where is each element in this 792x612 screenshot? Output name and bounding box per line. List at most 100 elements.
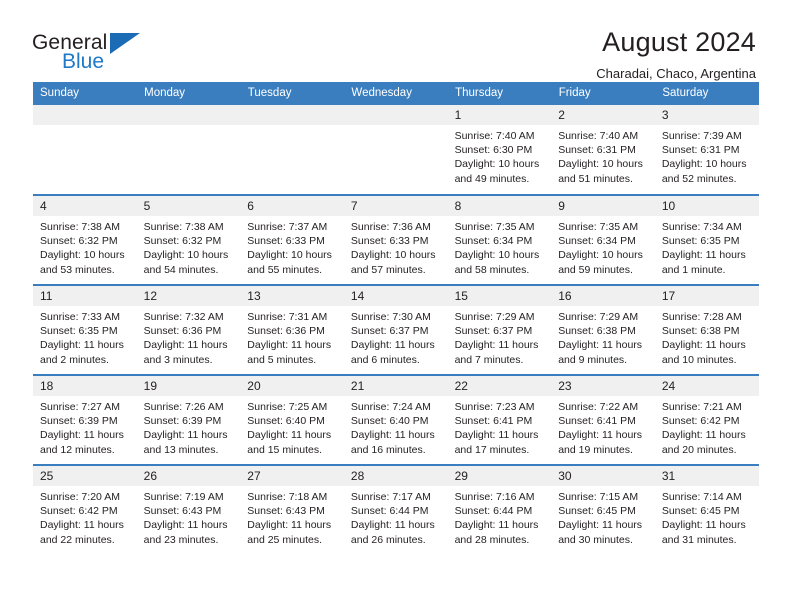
day-cell[interactable]: 5 Sunrise: 7:38 AM Sunset: 6:32 PM Daylight…	[136, 194, 241, 285]
day-cell[interactable]: 23 Sunrise: 7:22 AM Sunset: 6:41 PM Dayligh…	[551, 374, 655, 465]
day-cell[interactable]: 27 Sunrise: 7:18 AM Sunset: 6:43 PM Dayligh…	[240, 464, 344, 555]
sunrise-text: Sunrise: 7:23 AM	[454, 401, 535, 413]
day-cell[interactable]: 25 Sunrise: 7:20 AM Sunset: 6:42 PM Dayligh…	[33, 464, 137, 555]
day-cell[interactable]: 3 Sunrise: 7:39 AM Sunset: 6:31 PM Daylight…	[654, 105, 759, 195]
sunset-text: Sunset: 6:33 PM	[247, 235, 325, 248]
calendar-week-row: 18 Sunrise: 7:27 AM Sunset: 6:39 PM Dayligh…	[33, 374, 759, 465]
day-cell-inner: 28 Sunrise: 7:17 AM Sunset: 6:44 PM Dayligh…	[343, 466, 448, 555]
daylight-text-line2: and 17 minutes.	[454, 443, 530, 456]
sunrise-text: Sunrise: 7:39 AM	[661, 130, 742, 142]
day-cell[interactable]: 24 Sunrise: 7:21 AM Sunset: 6:42 PM Dayligh…	[654, 374, 759, 465]
day-info: Sunrise: 7:40 AM Sunset: 6:30 PM Daylight:…	[448, 125, 552, 186]
day-number: 21	[343, 376, 448, 396]
day-cell[interactable]: 18 Sunrise: 7:27 AM Sunset: 6:39 PM Dayligh…	[33, 374, 137, 465]
day-cell[interactable]: 6 Sunrise: 7:37 AM Sunset: 6:33 PM Daylight…	[240, 194, 344, 285]
day-cell[interactable]: 19 Sunrise: 7:26 AM Sunset: 6:39 PM Dayligh…	[136, 374, 241, 465]
day-cell-inner: 22 Sunrise: 7:23 AM Sunset: 6:41 PM Dayligh…	[447, 376, 552, 464]
daylight-text-line1: Daylight: 10 hours	[40, 249, 125, 262]
day-cell[interactable]: 8 Sunrise: 7:35 AM Sunset: 6:34 PM Daylight…	[447, 194, 552, 285]
day-info: Sunrise: 7:14 AM Sunset: 6:45 PM Daylight:…	[655, 486, 759, 547]
day-info: Sunrise: 7:29 AM Sunset: 6:38 PM Daylight:…	[551, 306, 655, 367]
weekday-header-wednesday: Wednesday	[343, 82, 449, 105]
day-cell[interactable]: 17 Sunrise: 7:28 AM Sunset: 6:38 PM Dayligh…	[654, 284, 759, 375]
sunrise-text: Sunrise: 7:26 AM	[143, 401, 224, 413]
day-cell[interactable]: 1 Sunrise: 7:40 AM Sunset: 6:30 PM Daylight…	[447, 105, 552, 195]
day-info: Sunrise: 7:18 AM Sunset: 6:43 PM Daylight:…	[240, 486, 344, 547]
daylight-text-line2: and 3 minutes.	[143, 353, 213, 366]
sunset-text: Sunset: 6:38 PM	[558, 325, 636, 338]
day-cell[interactable]: 9 Sunrise: 7:35 AM Sunset: 6:34 PM Daylight…	[551, 194, 655, 285]
sunset-text: Sunset: 6:44 PM	[350, 505, 429, 518]
daylight-text-line1: Daylight: 11 hours	[143, 429, 228, 442]
day-cell[interactable]: 20 Sunrise: 7:25 AM Sunset: 6:40 PM Dayligh…	[240, 374, 344, 465]
day-number: 23	[551, 376, 655, 396]
daylight-text-line1: Daylight: 11 hours	[247, 339, 332, 352]
day-number: 6	[240, 196, 344, 216]
daylight-text-line2: and 59 minutes.	[558, 263, 633, 276]
daylight-text-line2: and 1 minute.	[661, 263, 726, 276]
daylight-text-line1: Daylight: 11 hours	[40, 429, 124, 442]
daylight-text-line2: and 55 minutes.	[247, 263, 322, 276]
day-number: 20	[240, 376, 344, 396]
day-cell-inner: 13 Sunrise: 7:31 AM Sunset: 6:36 PM Dayligh…	[240, 286, 344, 374]
day-number: 28	[343, 466, 448, 486]
triangle-icon	[110, 33, 140, 54]
brand-logo[interactable]: General Blue	[32, 26, 212, 72]
daylight-text-line2: and 5 minutes.	[247, 353, 317, 366]
sunset-text: Sunset: 6:39 PM	[143, 415, 222, 428]
daylight-text-line2: and 12 minutes.	[40, 443, 115, 456]
daylight-text-line2: and 25 minutes.	[247, 533, 322, 546]
day-number: 14	[343, 286, 448, 306]
day-cell[interactable]: 12 Sunrise: 7:32 AM Sunset: 6:36 PM Dayligh…	[136, 284, 241, 375]
sunset-text: Sunset: 6:43 PM	[247, 505, 325, 518]
daylight-text-line1: Daylight: 10 hours	[661, 158, 747, 171]
day-cell[interactable]: 4 Sunrise: 7:38 AM Sunset: 6:32 PM Daylight…	[33, 194, 137, 285]
daylight-text-line1: Daylight: 11 hours	[143, 339, 228, 352]
sunrise-text: Sunrise: 7:25 AM	[247, 401, 328, 413]
day-cell-inner: 21 Sunrise: 7:24 AM Sunset: 6:40 PM Dayligh…	[343, 376, 448, 464]
day-info: Sunrise: 7:23 AM Sunset: 6:41 PM Daylight:…	[448, 396, 552, 457]
page-subtitle: Charadai, Chaco, Argentina	[596, 66, 756, 81]
sunrise-text: Sunrise: 7:37 AM	[247, 221, 328, 233]
day-cell-inner: 18 Sunrise: 7:27 AM Sunset: 6:39 PM Dayligh…	[33, 376, 137, 464]
day-cell[interactable]: 28 Sunrise: 7:17 AM Sunset: 6:44 PM Dayligh…	[343, 464, 448, 555]
daylight-text-line1: Daylight: 11 hours	[454, 429, 539, 442]
day-cell-inner	[240, 105, 344, 194]
day-cell-inner: 24 Sunrise: 7:21 AM Sunset: 6:42 PM Dayligh…	[654, 376, 759, 464]
day-cell[interactable]: 22 Sunrise: 7:23 AM Sunset: 6:41 PM Dayligh…	[447, 374, 552, 465]
day-cell[interactable]: 2 Sunrise: 7:40 AM Sunset: 6:31 PM Daylight…	[551, 105, 655, 195]
daylight-text-line1: Daylight: 11 hours	[247, 519, 332, 532]
day-cell[interactable]: 26 Sunrise: 7:19 AM Sunset: 6:43 PM Dayligh…	[136, 464, 241, 555]
sunset-text: Sunset: 6:42 PM	[40, 505, 118, 518]
day-cell-inner: 1 Sunrise: 7:40 AM Sunset: 6:30 PM Daylight…	[447, 105, 552, 194]
daylight-text-line2: and 10 minutes.	[661, 353, 737, 366]
sunrise-text: Sunrise: 7:40 AM	[558, 130, 639, 142]
sunset-text: Sunset: 6:36 PM	[247, 325, 325, 338]
day-cell[interactable]: 15 Sunrise: 7:29 AM Sunset: 6:37 PM Dayligh…	[447, 284, 552, 375]
day-cell-inner: 27 Sunrise: 7:18 AM Sunset: 6:43 PM Dayligh…	[240, 466, 344, 555]
day-cell[interactable]: 13 Sunrise: 7:31 AM Sunset: 6:36 PM Dayligh…	[240, 284, 344, 375]
sunset-text: Sunset: 6:40 PM	[350, 415, 429, 428]
day-cell[interactable]: 31 Sunrise: 7:14 AM Sunset: 6:45 PM Dayligh…	[654, 464, 759, 555]
day-cell[interactable]: 10 Sunrise: 7:34 AM Sunset: 6:35 PM Dayligh…	[654, 194, 759, 285]
day-cell[interactable]: 30 Sunrise: 7:15 AM Sunset: 6:45 PM Dayligh…	[551, 464, 655, 555]
day-cell-inner: 7 Sunrise: 7:36 AM Sunset: 6:33 PM Daylight…	[343, 196, 448, 284]
day-cell-inner: 11 Sunrise: 7:33 AM Sunset: 6:35 PM Dayligh…	[33, 286, 137, 374]
day-cell[interactable]: 29 Sunrise: 7:16 AM Sunset: 6:44 PM Dayligh…	[447, 464, 552, 555]
day-info: Sunrise: 7:27 AM Sunset: 6:39 PM Daylight:…	[33, 396, 137, 457]
day-cell-inner: 29 Sunrise: 7:16 AM Sunset: 6:44 PM Dayligh…	[447, 466, 552, 555]
day-cell[interactable]: 7 Sunrise: 7:36 AM Sunset: 6:33 PM Daylight…	[343, 194, 448, 285]
day-cell[interactable]: 16 Sunrise: 7:29 AM Sunset: 6:38 PM Dayligh…	[551, 284, 655, 375]
day-cell[interactable]: 21 Sunrise: 7:24 AM Sunset: 6:40 PM Dayligh…	[343, 374, 448, 465]
sunrise-text: Sunrise: 7:38 AM	[143, 221, 224, 233]
day-cell[interactable]: 11 Sunrise: 7:33 AM Sunset: 6:35 PM Dayligh…	[33, 284, 137, 375]
day-cell-inner: 4 Sunrise: 7:38 AM Sunset: 6:32 PM Daylight…	[33, 196, 137, 284]
sunrise-text: Sunrise: 7:21 AM	[661, 401, 742, 413]
weekday-header-saturday: Saturday	[654, 82, 759, 105]
day-info: Sunrise: 7:35 AM Sunset: 6:34 PM Daylight:…	[448, 216, 552, 277]
day-info: Sunrise: 7:31 AM Sunset: 6:36 PM Daylight:…	[240, 306, 344, 367]
sunrise-text: Sunrise: 7:24 AM	[350, 401, 431, 413]
sunrise-text: Sunrise: 7:33 AM	[40, 311, 120, 323]
day-cell[interactable]: 14 Sunrise: 7:30 AM Sunset: 6:37 PM Dayligh…	[343, 284, 448, 375]
day-cell-inner: 3 Sunrise: 7:39 AM Sunset: 6:31 PM Daylight…	[654, 105, 759, 194]
